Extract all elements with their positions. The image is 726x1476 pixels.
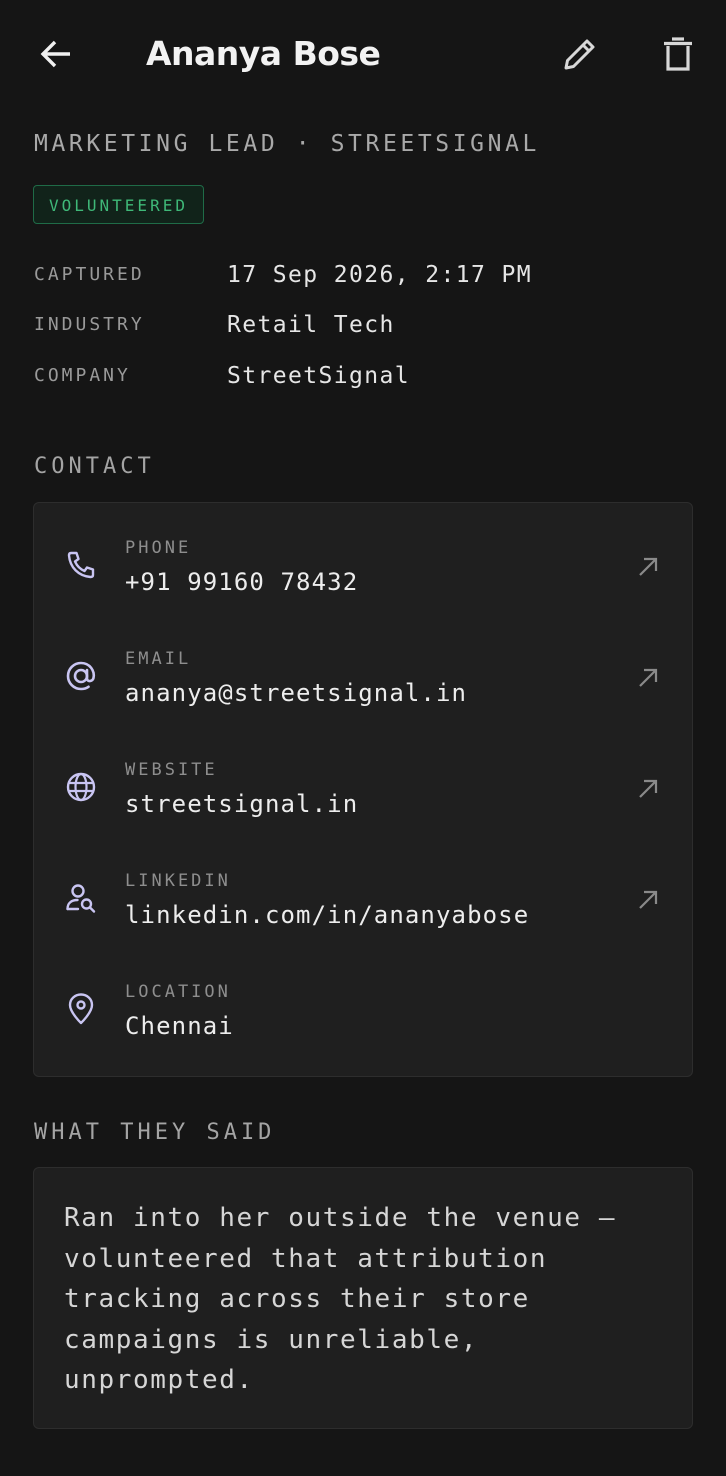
contact-label: LOCATION — [125, 982, 231, 1002]
lead-subtitle: MARKETING LEAD · STREETSIGNAL — [34, 131, 540, 157]
notes-text: Ran into her outside the venue — volunte… — [64, 1203, 617, 1395]
contact-value: linkedin.com/in/ananyabose — [125, 901, 530, 929]
at-sign-icon — [64, 659, 98, 693]
contact-row-email[interactable]: EMAIL ananya@streetsignal.in — [34, 614, 691, 714]
contact-value: Chennai — [125, 1012, 234, 1040]
contact-value: streetsignal.in — [125, 790, 359, 818]
status-badge: VOLUNTEERED — [33, 185, 204, 224]
meta-value: Retail Tech — [227, 312, 395, 338]
meta-label: INDUSTRY — [34, 314, 145, 335]
edit-button[interactable] — [552, 26, 608, 82]
contact-label: WEBSITE — [125, 760, 218, 780]
contact-label: PHONE — [125, 538, 192, 558]
contact-row-website[interactable]: WEBSITE streetsignal.in — [34, 725, 691, 825]
app-header: Ananya Bose — [0, 0, 726, 110]
map-pin-icon — [64, 992, 98, 1026]
contact-section-label: CONTACT — [34, 454, 155, 479]
back-button[interactable] — [28, 26, 84, 82]
page-title: Ananya Bose — [146, 34, 381, 73]
contact-row-linkedin[interactable]: LINKEDIN linkedin.com/in/ananyabose — [34, 836, 691, 936]
contact-label: LINKEDIN — [125, 871, 231, 891]
user-search-icon — [64, 881, 98, 915]
meta-value: StreetSignal — [227, 363, 410, 389]
delete-button[interactable] — [650, 26, 706, 82]
meta-label: COMPANY — [34, 365, 131, 386]
notes-section-label: WHAT THEY SAID — [34, 1120, 276, 1145]
contact-value: +91 99160 78432 — [125, 568, 359, 596]
notes-card: Ran into her outside the venue — volunte… — [33, 1167, 693, 1429]
meta-row-company: COMPANY StreetSignal — [34, 363, 694, 393]
contact-row-phone[interactable]: PHONE +91 99160 78432 — [34, 503, 691, 603]
external-arrow-icon[interactable] — [634, 775, 662, 803]
trash-icon — [664, 37, 692, 71]
arrow-left-icon — [40, 40, 70, 68]
contact-value: ananya@streetsignal.in — [125, 679, 468, 707]
external-arrow-icon[interactable] — [634, 553, 662, 581]
contact-row-location: LOCATION Chennai — [34, 947, 691, 1047]
meta-label: CAPTURED — [34, 264, 145, 285]
external-arrow-icon[interactable] — [634, 664, 662, 692]
contact-card: PHONE +91 99160 78432 EMAIL ananya@stree… — [33, 502, 693, 1077]
meta-row-industry: INDUSTRY Retail Tech — [34, 312, 694, 342]
meta-value: 17 Sep 2026, 2:17 PM — [227, 262, 532, 288]
globe-icon — [64, 770, 98, 804]
phone-icon — [64, 548, 98, 582]
contact-label: EMAIL — [125, 649, 192, 669]
external-arrow-icon[interactable] — [634, 886, 662, 914]
pencil-icon — [564, 39, 595, 70]
meta-row-captured: CAPTURED 17 Sep 2026, 2:17 PM — [34, 262, 694, 292]
